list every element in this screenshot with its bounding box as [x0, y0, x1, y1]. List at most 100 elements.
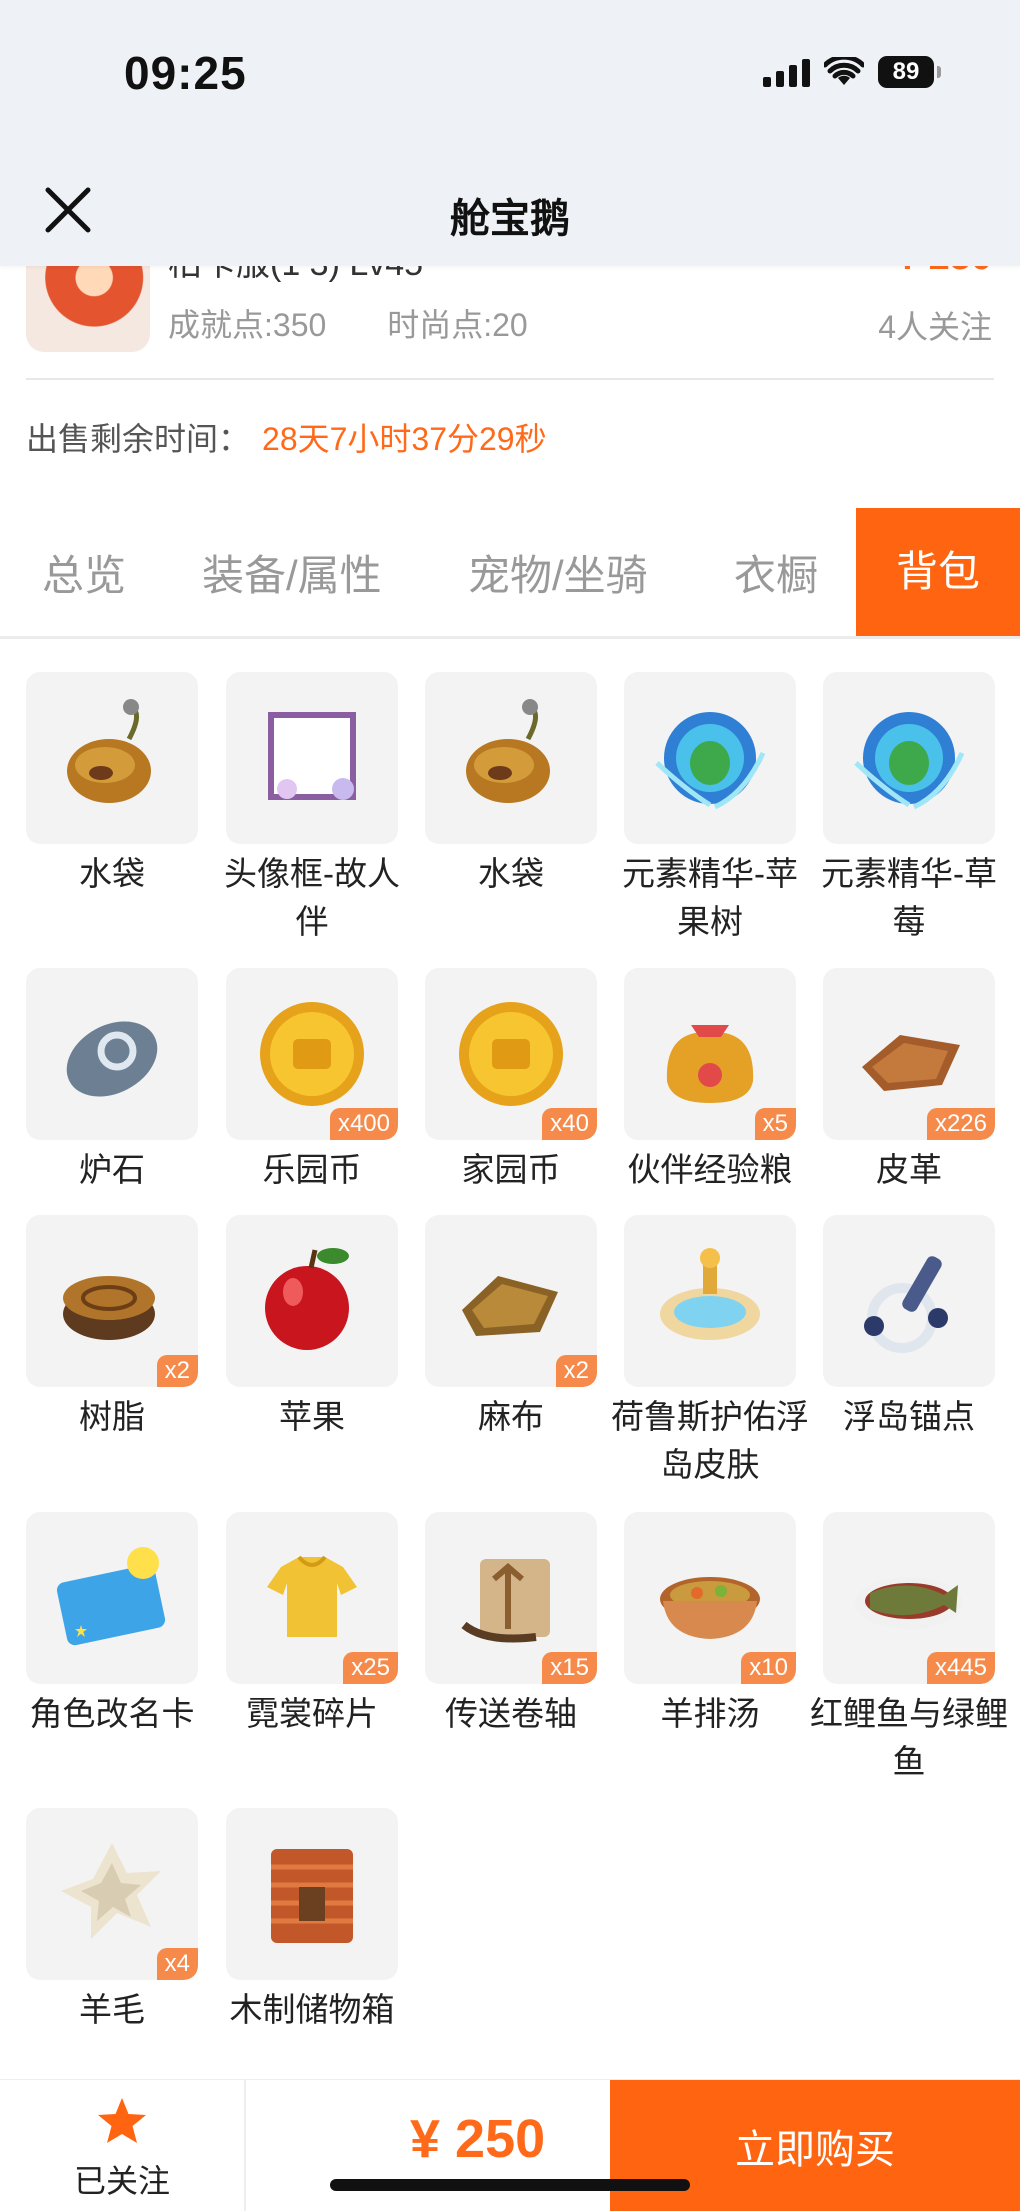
tab-equipment[interactable]: 装备/属性 — [202, 542, 382, 603]
item-tile[interactable]: x4 — [26, 1808, 198, 1980]
backpack-item[interactable]: x226 皮革 — [823, 968, 995, 1194]
wool-icon — [61, 1843, 161, 1939]
countdown-value: 28天7小时37分29秒 — [262, 421, 547, 457]
divider — [26, 378, 994, 380]
backpack-item[interactable]: x445 红鲤鱼与绿鲤鱼 — [810, 1512, 1008, 1786]
backpack-item[interactable]: x400 乐园币 — [226, 968, 398, 1194]
quantity-badge: x226 — [926, 1108, 995, 1140]
wifi-icon — [824, 57, 864, 85]
follower-count: 4人关注 — [878, 309, 992, 345]
tab-wardrobe[interactable]: 衣橱 — [734, 542, 818, 603]
shirt-shard-icon — [267, 1555, 357, 1637]
item-tile[interactable]: x2 — [425, 1215, 597, 1387]
anchor-icon — [864, 1256, 948, 1353]
tab-backpack[interactable]: 背包 — [856, 508, 1020, 636]
backpack-item[interactable]: 炉石 — [26, 968, 198, 1194]
element-orb-icon — [854, 712, 965, 810]
item-name: 苹果 — [279, 1398, 345, 1435]
item-name: 麻布 — [478, 1398, 544, 1435]
item-tile[interactable] — [226, 1808, 398, 1980]
item-tile[interactable] — [425, 672, 597, 844]
backpack-item[interactable]: 水袋 — [425, 672, 597, 898]
item-tile[interactable] — [823, 1215, 995, 1387]
item-name: 皮革 — [876, 1151, 942, 1188]
quantity-badge: x10 — [741, 1652, 796, 1684]
item-tile[interactable] — [624, 672, 796, 844]
item-name: 伙伴经验粮 — [627, 1151, 793, 1188]
item-tile[interactable] — [823, 672, 995, 844]
quantity-badge: x445 — [926, 1652, 995, 1684]
backpack-item[interactable]: 水袋 — [26, 672, 198, 898]
achievement-points: 成就点:350 — [168, 307, 327, 343]
backpack-item[interactable]: x2 树脂 — [26, 1215, 198, 1441]
item-name: 树脂 — [79, 1398, 145, 1435]
item-tile[interactable] — [226, 1215, 398, 1387]
item-tile[interactable] — [26, 1512, 198, 1684]
item-name: 浮岛锚点 — [843, 1398, 975, 1435]
bottom-bar: 已关注 ¥ 250 立即购买 — [0, 2079, 1020, 2211]
rename-card-icon — [56, 1547, 166, 1646]
backpack-item[interactable]: x10 羊排汤 — [624, 1512, 796, 1738]
quantity-badge: x2 — [555, 1355, 597, 1387]
item-name: 角色改名卡 — [29, 1695, 195, 1732]
item-tile[interactable]: x445 — [823, 1512, 995, 1684]
hearthstone-icon — [66, 1021, 158, 1097]
backpack-item[interactable]: x25 霓裳碎片 — [226, 1512, 398, 1738]
linen-icon — [462, 1276, 558, 1336]
item-tile[interactable] — [26, 672, 198, 844]
item-tile[interactable]: x2 — [26, 1215, 198, 1387]
backpack-item[interactable]: 角色改名卡 — [26, 1512, 198, 1738]
item-tile[interactable]: x226 — [823, 968, 995, 1140]
item-tile[interactable]: x15 — [425, 1512, 597, 1684]
item-tile[interactable]: x10 — [624, 1512, 796, 1684]
backpack-item[interactable]: x40 家园币 — [425, 968, 597, 1194]
backpack-item[interactable]: 苹果 — [226, 1215, 398, 1441]
apple-icon — [265, 1248, 349, 1350]
home-indicator — [330, 2179, 690, 2191]
follow-button[interactable]: 已关注 — [0, 2080, 246, 2211]
backpack-item[interactable]: 浮岛锚点 — [823, 1215, 995, 1441]
item-name: 元素精华-草莓 — [821, 855, 997, 940]
item-name: 羊毛 — [79, 1991, 145, 2028]
resin-stump-icon — [63, 1276, 155, 1340]
buy-now-button[interactable]: 立即购买 — [610, 2080, 1020, 2211]
battery-icon: 89 — [878, 56, 941, 88]
island-skin-icon — [660, 1248, 760, 1340]
item-tile[interactable]: x40 — [425, 968, 597, 1140]
tab-bar: 总览 装备/属性 宠物/坐骑 衣橱 背包 — [0, 508, 1020, 639]
item-tile[interactable] — [226, 672, 398, 844]
backpack-item[interactable]: 元素精华-苹果树 — [622, 672, 798, 946]
tab-pets[interactable]: 宠物/坐骑 — [468, 542, 648, 603]
item-name: 传送卷轴 — [445, 1695, 577, 1732]
backpack-item[interactable]: 荷鲁斯护佑浮岛皮肤 — [611, 1215, 809, 1489]
leather-icon — [862, 1035, 960, 1091]
backpack-item[interactable]: x4 羊毛 — [26, 1808, 198, 2034]
star-icon — [98, 2098, 146, 2143]
backpack-item[interactable]: x15 传送卷轴 — [425, 1512, 597, 1738]
backpack-item[interactable]: x5 伙伴经验粮 — [624, 968, 796, 1194]
avatar-frame-icon — [268, 712, 356, 800]
backpack-item[interactable]: 头像框-故人伴 — [224, 672, 400, 946]
quantity-badge: x5 — [754, 1108, 796, 1140]
quantity-badge: x25 — [343, 1652, 398, 1684]
countdown-label: 出售剩余时间： — [26, 421, 251, 457]
item-name: 霓裳碎片 — [246, 1695, 378, 1732]
status-time: 09:25 — [124, 47, 247, 99]
item-tile[interactable]: x5 — [624, 968, 796, 1140]
item-tile[interactable]: x400 — [226, 968, 398, 1140]
item-tile[interactable] — [624, 1215, 796, 1387]
backpack-item[interactable]: 木制储物箱 — [226, 1808, 398, 2034]
backpack-item[interactable]: x2 麻布 — [425, 1215, 597, 1441]
tab-overview[interactable]: 总览 — [42, 542, 126, 603]
item-tile[interactable] — [26, 968, 198, 1140]
scroll-icon — [461, 1559, 550, 1643]
backpack-item[interactable]: 元素精华-草莓 — [821, 672, 997, 946]
soup-icon — [660, 1577, 760, 1639]
item-tile[interactable]: x25 — [226, 1512, 398, 1684]
item-name: 木制储物箱 — [229, 1991, 395, 2028]
quantity-badge: x4 — [156, 1948, 198, 1980]
water-bag-icon — [67, 699, 151, 803]
follow-label: 已关注 — [73, 2163, 170, 2199]
quantity-badge: x400 — [329, 1108, 398, 1140]
element-orb-icon — [655, 712, 766, 810]
